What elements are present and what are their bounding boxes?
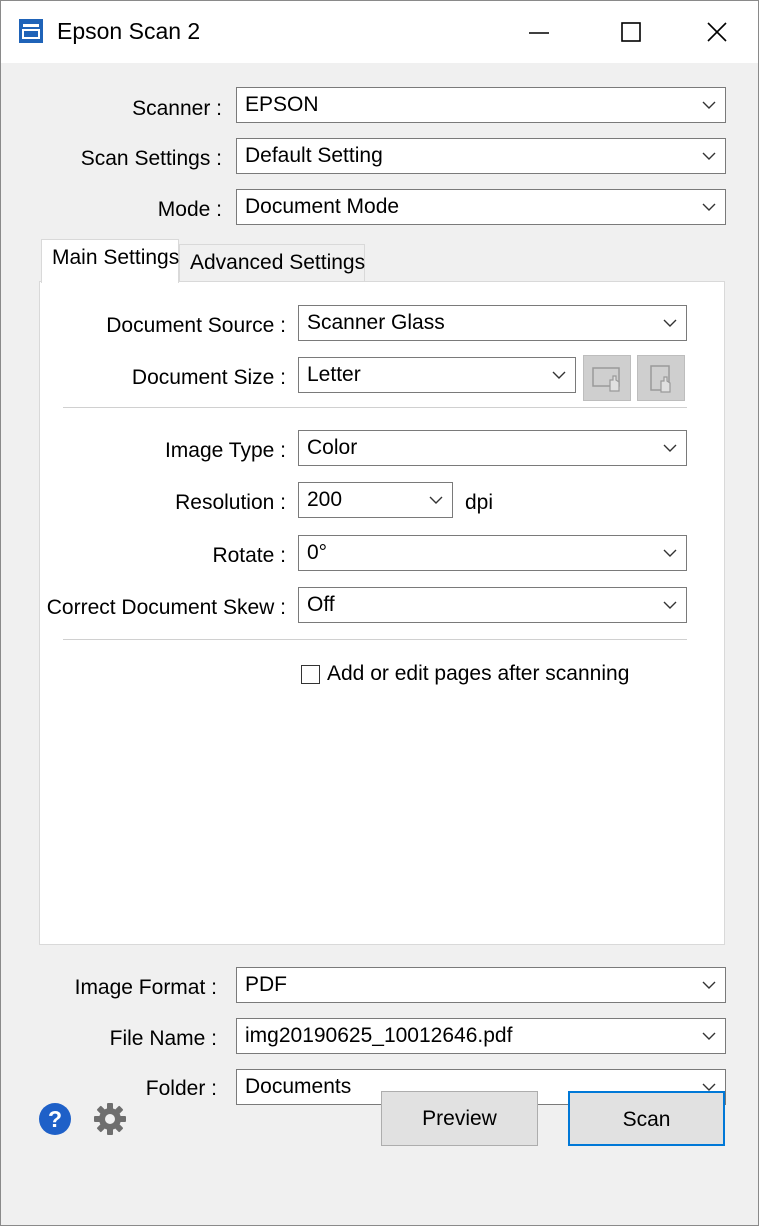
epson-scanner-app-icon [19, 19, 43, 43]
chevron-down-icon [702, 101, 716, 109]
landscape-page-icon [592, 367, 620, 392]
help-icon[interactable]: ? [38, 1102, 72, 1136]
resolution-select[interactable]: 200 [298, 482, 453, 518]
document-size-label: Document Size : [131, 366, 286, 389]
image-type-label: Image Type : [164, 439, 286, 462]
folder-label: Folder : [145, 1077, 217, 1100]
document-source-value: Scanner Glass [307, 311, 445, 334]
scan-settings-value: Default Setting [245, 144, 383, 167]
document-size-select[interactable]: Letter [298, 357, 576, 393]
file-name-label: File Name : [109, 1027, 217, 1050]
tab-advanced-settings[interactable]: Advanced Settings [179, 244, 365, 282]
scan-settings-label: Scan Settings : [80, 147, 222, 170]
epson-scan-window: Epson Scan 2 Scanner : EPSON Scan Settin… [0, 0, 759, 1226]
landscape-orientation-button[interactable] [583, 355, 631, 401]
scan-settings-select[interactable]: Default Setting [236, 138, 726, 174]
scanner-select[interactable]: EPSON [236, 87, 726, 123]
close-icon [707, 22, 727, 42]
section-divider [63, 407, 687, 409]
mode-label: Mode : [157, 198, 222, 221]
folder-value: Documents [245, 1075, 352, 1098]
image-type-select[interactable]: Color [298, 430, 687, 466]
tab-main-settings[interactable]: Main Settings [41, 239, 179, 283]
chevron-down-icon [702, 203, 716, 211]
add-edit-pages-checkbox[interactable] [301, 665, 320, 684]
image-format-select[interactable]: PDF [236, 967, 726, 1003]
resolution-unit: dpi [465, 491, 494, 514]
document-size-value: Letter [307, 363, 361, 386]
chevron-down-icon [702, 981, 716, 989]
minimize-icon [529, 32, 549, 34]
portrait-page-icon [650, 365, 671, 393]
tab-advanced-settings-label: Advanced Settings [190, 251, 366, 274]
image-format-value: PDF [245, 973, 287, 996]
preview-button[interactable]: Preview [381, 1091, 538, 1146]
chevron-down-icon [552, 371, 566, 379]
add-edit-pages-label[interactable]: Add or edit pages after scanning [327, 662, 629, 686]
document-source-label: Document Source : [106, 314, 286, 337]
chevron-down-icon [663, 444, 677, 452]
chevron-down-icon [663, 319, 677, 327]
mode-value: Document Mode [245, 195, 400, 218]
chevron-down-icon [663, 601, 677, 609]
correct-document-skew-value: Off [307, 593, 335, 616]
rotate-label: Rotate : [212, 544, 286, 567]
tab-main-settings-label: Main Settings [52, 246, 180, 269]
title-bar: Epson Scan 2 [1, 1, 758, 63]
chevron-down-icon [702, 1032, 716, 1040]
file-name-select[interactable]: img20190625_10012646.pdf [236, 1018, 726, 1054]
resolution-label: Resolution : [175, 491, 286, 514]
mode-select[interactable]: Document Mode [236, 189, 726, 225]
scan-button[interactable]: Scan [568, 1091, 725, 1146]
preview-button-label: Preview [422, 1107, 497, 1130]
section-divider [63, 639, 687, 641]
close-button[interactable] [677, 1, 757, 63]
window-title: Epson Scan 2 [57, 18, 201, 44]
svg-text:?: ? [48, 1106, 62, 1132]
image-type-value: Color [307, 436, 358, 459]
correct-document-skew-select[interactable]: Off [298, 587, 687, 623]
chevron-down-icon [702, 152, 716, 160]
portrait-orientation-button[interactable] [637, 355, 685, 401]
scan-button-label: Scan [622, 1108, 671, 1131]
chevron-down-icon [429, 496, 443, 504]
scanner-value: EPSON [245, 93, 319, 116]
resolution-value: 200 [307, 488, 343, 511]
rotate-value: 0° [307, 541, 328, 564]
file-name-value: img20190625_10012646.pdf [245, 1024, 513, 1047]
maximize-icon [621, 22, 641, 42]
correct-document-skew-label: Correct Document Skew : [46, 596, 286, 619]
chevron-down-icon [663, 549, 677, 557]
minimize-button[interactable] [499, 1, 579, 63]
gear-icon[interactable] [93, 1102, 127, 1136]
rotate-select[interactable]: 0° [298, 535, 687, 571]
scanner-label: Scanner : [132, 97, 222, 120]
image-format-label: Image Format : [74, 976, 217, 999]
document-source-select[interactable]: Scanner Glass [298, 305, 687, 341]
maximize-button[interactable] [591, 1, 671, 63]
